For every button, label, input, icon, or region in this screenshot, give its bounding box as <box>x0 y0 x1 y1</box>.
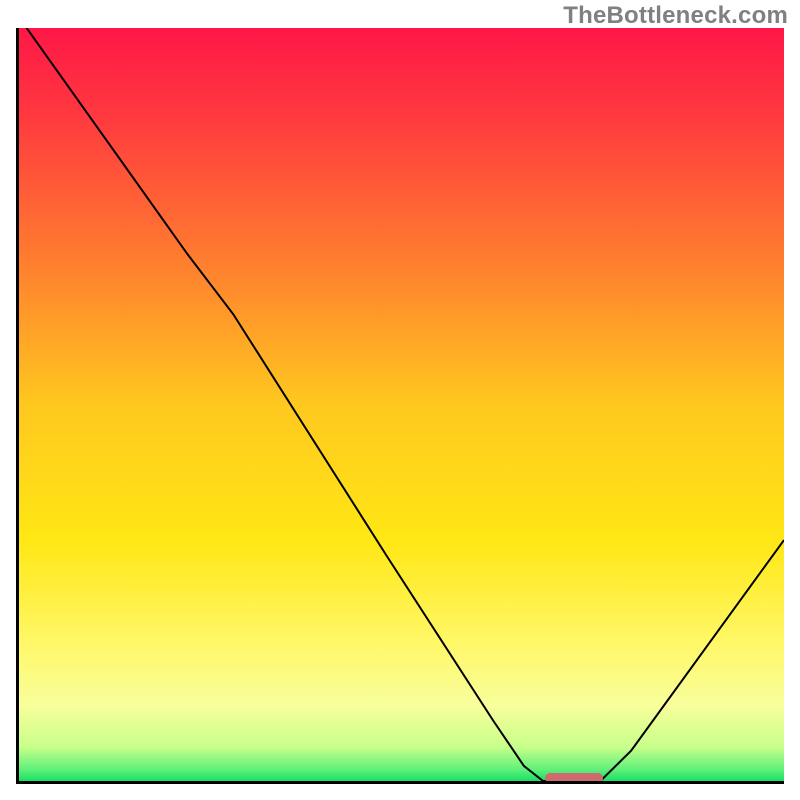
plot-area <box>16 28 784 784</box>
watermark-text: TheBottleneck.com <box>563 2 788 30</box>
optimal-zone-marker <box>545 773 603 783</box>
bottleneck-curve <box>19 28 784 781</box>
